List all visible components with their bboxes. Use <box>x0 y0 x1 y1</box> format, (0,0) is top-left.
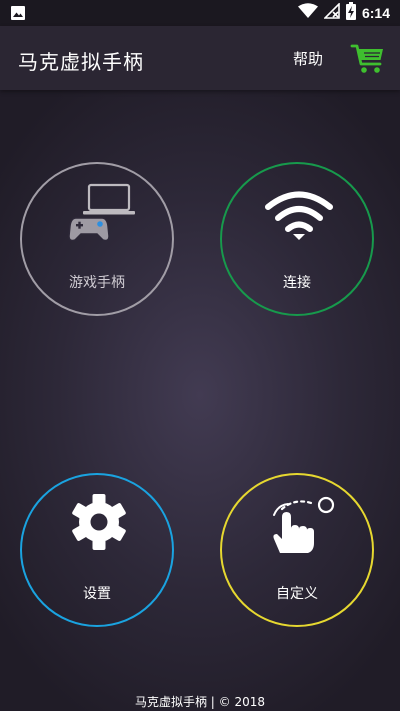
laptop-gamepad-icon <box>67 180 137 248</box>
image-icon <box>10 5 26 25</box>
gamepad-tile[interactable]: 游戏手柄 <box>20 162 174 316</box>
settings-tile-label: 设置 <box>83 586 111 602</box>
footer-copyright: 马克虚拟手柄 | © 2018 <box>134 695 266 709</box>
custom-tile-label: 自定义 <box>276 586 318 602</box>
hand-gesture-icon <box>266 493 338 561</box>
wifi-icon <box>264 190 334 246</box>
shopping-cart-icon[interactable] <box>350 40 386 76</box>
gamepad-tile-label: 游戏手柄 <box>69 275 125 291</box>
help-button[interactable]: 帮助 <box>293 48 323 69</box>
gear-icon <box>70 493 128 555</box>
app-bar: 马克虚拟手柄 帮助 <box>0 26 400 90</box>
connect-tile-label: 连接 <box>283 275 311 291</box>
wifi-icon <box>297 3 318 23</box>
status-time: 6:14 <box>361 5 390 21</box>
battery-charging-icon <box>345 2 356 24</box>
custom-tile[interactable]: 自定义 <box>220 473 374 627</box>
settings-tile[interactable]: 设置 <box>20 473 174 627</box>
status-bar: 6:14 <box>0 0 400 26</box>
connect-tile[interactable]: 连接 <box>220 162 374 316</box>
app-title: 马克虚拟手柄 <box>18 50 144 74</box>
status-icons: 6:14 <box>297 2 390 24</box>
signal-off-icon <box>323 2 340 23</box>
